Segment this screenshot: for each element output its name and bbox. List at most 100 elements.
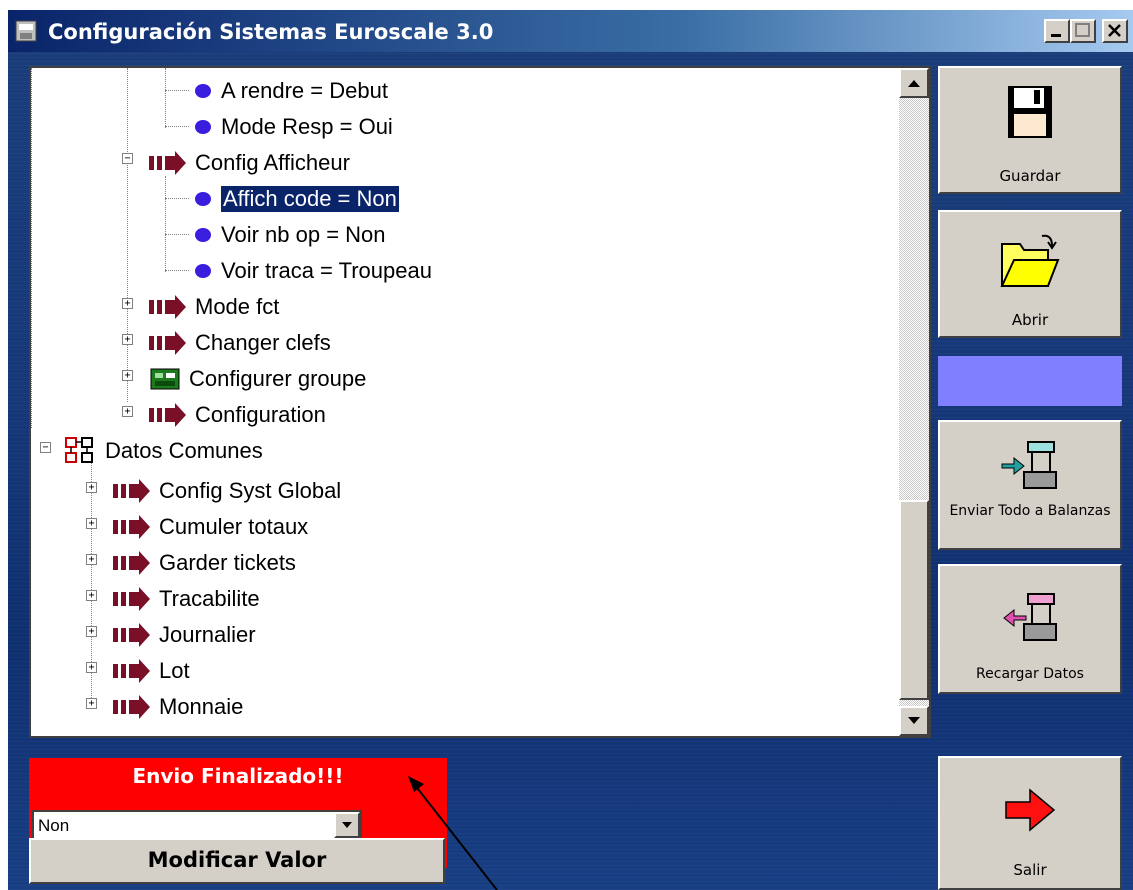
window-title: Configuración Sistemas Euroscale 3.0 (48, 20, 494, 44)
tree-item[interactable]: Lot (113, 654, 190, 688)
tree-item-label: Config Syst Global (159, 478, 342, 503)
tree-item-label: Garder tickets (159, 550, 296, 575)
tree-item-label: A rendre = Debut (221, 78, 388, 103)
modify-value-button[interactable]: Modificar Valor (29, 838, 445, 884)
expand-toggle[interactable]: + (86, 554, 97, 565)
bullet-icon (195, 192, 211, 206)
status-message: Envio Finalizado!!! (132, 764, 344, 788)
tree-item[interactable]: Config Syst Global (113, 474, 341, 508)
network-icon (65, 437, 93, 463)
exit-arrow-icon (1005, 788, 1056, 832)
collapse-toggle[interactable]: − (40, 442, 51, 453)
scroll-down-button[interactable] (899, 706, 929, 736)
minimize-button[interactable] (1044, 19, 1070, 43)
tree-item-label: Mode Resp = Oui (221, 114, 393, 139)
exit-button-label: Salir (1013, 861, 1047, 879)
tree-item-label: Tracabilite (159, 586, 260, 611)
tree-item[interactable]: Garder tickets (113, 546, 296, 580)
tree-item[interactable]: Changer clefs (149, 326, 331, 360)
tree-item-label: Configuration (195, 402, 326, 427)
expand-toggle[interactable]: + (122, 406, 133, 417)
chevron-down-icon (342, 822, 352, 828)
save-button-label: Guardar (999, 167, 1061, 185)
open-button[interactable]: Abrir (938, 210, 1122, 338)
expand-toggle[interactable]: + (86, 698, 97, 709)
tree-item-label: Monnaie (159, 694, 244, 719)
save-button[interactable]: Guardar (938, 66, 1122, 194)
expand-toggle[interactable]: + (86, 482, 97, 493)
tree-item-label: Voir traca = Troupeau (221, 258, 432, 283)
exit-button[interactable]: Salir (938, 756, 1122, 890)
arrow-right-icon (113, 659, 150, 683)
accent-bar (938, 356, 1122, 406)
tree-item-label: Journalier (159, 622, 256, 647)
tree-item-label: Mode fct (195, 294, 280, 319)
arrow-up-icon (908, 80, 920, 87)
tree-item-label: Datos Comunes (105, 438, 263, 463)
vertical-scrollbar[interactable] (899, 68, 929, 736)
arrow-right-icon (113, 587, 150, 611)
folder-open-icon (1000, 234, 1060, 287)
value-select[interactable]: Non (32, 810, 362, 840)
arrow-right-icon (113, 515, 150, 539)
scroll-up-button[interactable] (899, 68, 929, 98)
pointer-arrow-icon (408, 776, 498, 890)
arrow-right-icon (113, 623, 150, 647)
reload-button-label: Recargar Datos (976, 666, 1084, 682)
tree-item[interactable]: Monnaie (113, 690, 243, 724)
tree-item-label: Voir nb op = Non (221, 222, 386, 247)
bullet-icon (195, 264, 211, 278)
tree-item-label: Lot (159, 658, 190, 683)
tree-item[interactable]: Cumuler totaux (113, 510, 308, 544)
reload-button[interactable]: Recargar Datos (938, 564, 1122, 694)
expand-toggle[interactable]: + (122, 370, 133, 381)
tree-item[interactable]: Voir traca = Troupeau (195, 254, 432, 288)
expand-toggle[interactable]: + (86, 518, 97, 529)
maximize-icon (1075, 23, 1090, 37)
tree-item[interactable]: Tracabilite (113, 582, 260, 616)
tree-item-label: Cumuler totaux (159, 514, 309, 539)
tree-item-label: Affich code = Non (220, 185, 400, 213)
tree-item[interactable]: Mode fct (149, 290, 279, 324)
arrow-right-icon (149, 295, 186, 319)
tree-item-label: Config Afficheur (195, 150, 350, 175)
expand-toggle[interactable]: + (122, 298, 133, 309)
minimize-icon (1051, 34, 1061, 37)
send-all-button-label: Enviar Todo a Balanzas (949, 503, 1111, 519)
arrow-right-icon (149, 403, 186, 427)
arrow-right-icon (113, 695, 150, 719)
scale-receive-icon (1003, 593, 1057, 641)
title-bar[interactable]: Configuración Sistemas Euroscale 3.0 (8, 10, 1133, 52)
tree-item[interactable]: Datos Comunes (63, 434, 263, 468)
collapse-toggle[interactable]: − (122, 153, 133, 164)
expand-toggle[interactable]: + (86, 590, 97, 601)
tree-item[interactable]: Config Afficheur (149, 146, 350, 180)
app-icon (15, 20, 37, 42)
app-window: Configuración Sistemas Euroscale 3.0 A r… (0, 0, 1133, 890)
maximize-button[interactable] (1070, 19, 1096, 43)
send-all-button[interactable]: Enviar Todo a Balanzas (938, 420, 1122, 550)
scroll-thumb[interactable] (899, 500, 929, 700)
tree-item[interactable]: Configurer groupe (149, 362, 366, 396)
expand-toggle[interactable]: + (86, 662, 97, 673)
expand-toggle[interactable]: + (86, 626, 97, 637)
tree-item[interactable]: A rendre = Debut (195, 74, 388, 108)
tree-item-selected[interactable]: Affich code = Non (195, 182, 400, 216)
bullet-icon (195, 120, 211, 134)
group-icon (150, 368, 180, 390)
dropdown-button[interactable] (334, 812, 360, 838)
arrow-right-icon (113, 551, 150, 575)
config-tree[interactable]: A rendre = Debut Mode Resp = Oui − Confi… (29, 66, 931, 738)
client-area: A rendre = Debut Mode Resp = Oui − Confi… (8, 52, 1133, 890)
tree-item[interactable]: Voir nb op = Non (195, 218, 386, 252)
bullet-icon (195, 84, 211, 98)
scale-send-icon (1001, 441, 1057, 489)
arrow-down-icon (908, 717, 920, 724)
close-button[interactable] (1102, 19, 1128, 43)
expand-toggle[interactable]: + (122, 334, 133, 345)
arrow-right-icon (149, 151, 186, 175)
tree-item[interactable]: Configuration (149, 398, 326, 432)
tree-item[interactable]: Journalier (113, 618, 256, 652)
close-icon (1108, 24, 1121, 37)
tree-item[interactable]: Mode Resp = Oui (195, 110, 393, 144)
